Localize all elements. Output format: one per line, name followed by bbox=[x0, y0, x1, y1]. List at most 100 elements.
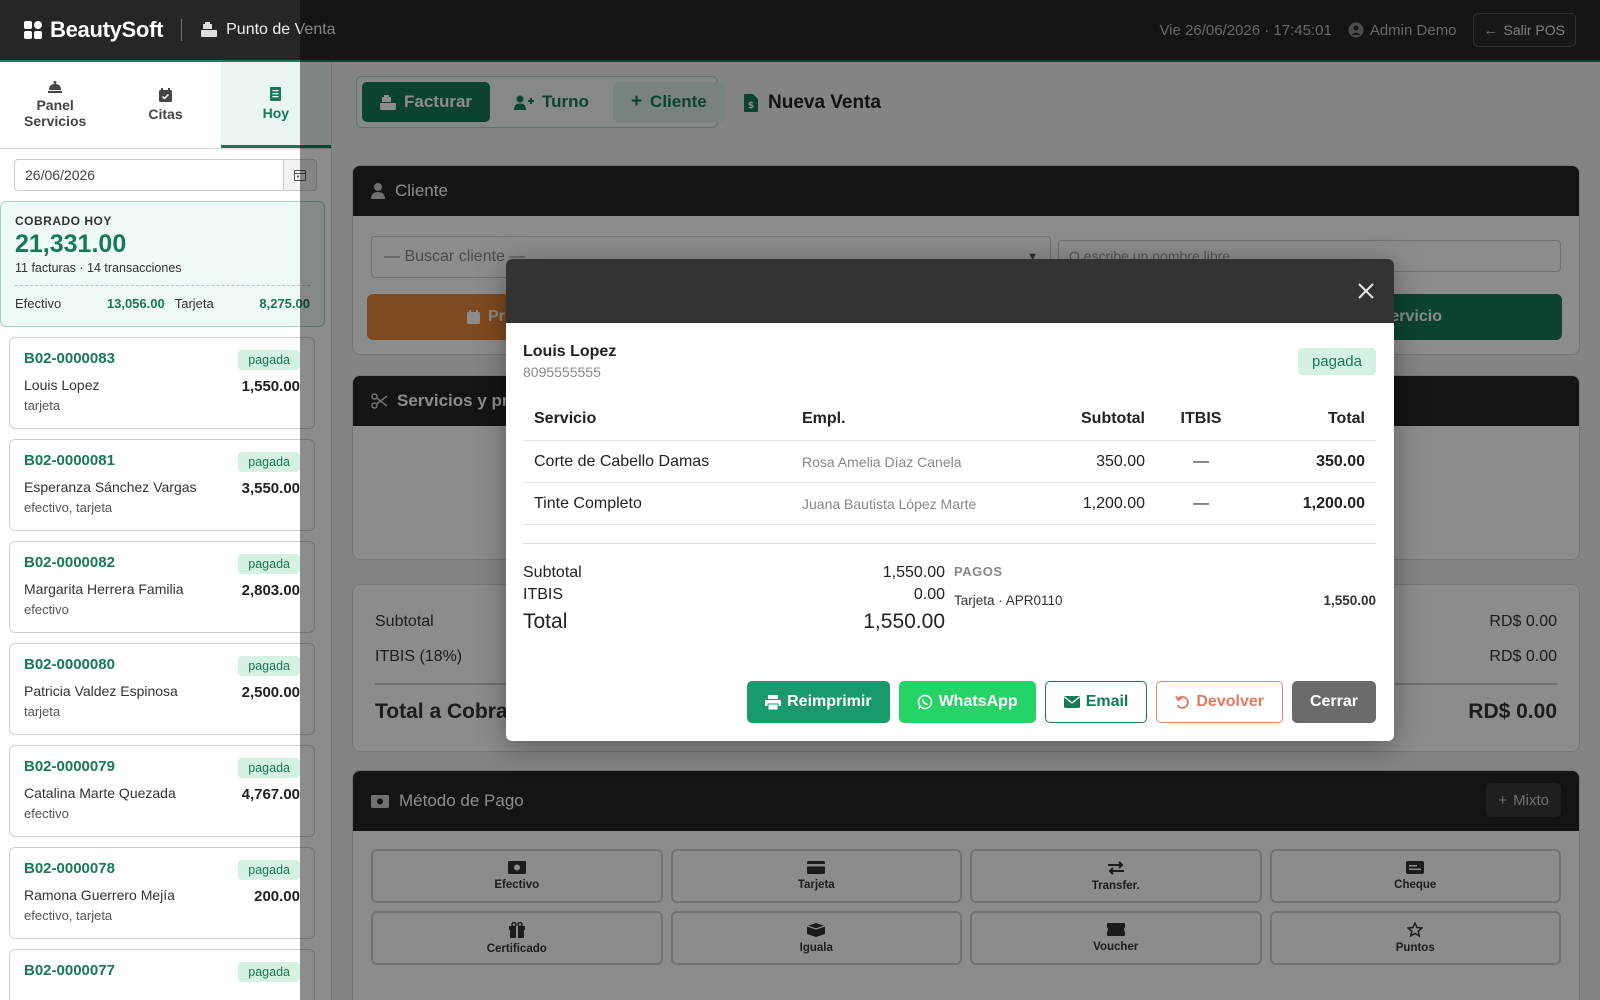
item-itbis: — bbox=[1156, 440, 1246, 483]
payment-method: Tarjeta · APR0110 bbox=[954, 593, 1063, 608]
modal-client-name: Louis Lopez bbox=[523, 343, 617, 360]
tab-citas[interactable]: Citas bbox=[110, 62, 220, 148]
brand-logo: BeautySoft bbox=[24, 17, 163, 43]
envelope-icon bbox=[1063, 696, 1080, 708]
date-filter: 26/06/2026 bbox=[14, 159, 317, 191]
sidebar-tabs: Panel Servicios Citas Hoy bbox=[0, 62, 331, 149]
payment-row: Tarjeta · APR0110 1,550.00 bbox=[954, 593, 1376, 608]
col-service: Servicio bbox=[523, 398, 791, 441]
status-badge: pagada bbox=[238, 962, 300, 982]
daily-summary: COBRADO HOY 21,331.00 11 facturas · 14 t… bbox=[0, 201, 325, 327]
modal-itbis-row: ITBIS 0.00 bbox=[523, 586, 945, 604]
invoice-card[interactable]: B02-0000077 pagada bbox=[9, 949, 315, 1000]
invoice-method: efectivo bbox=[24, 602, 69, 617]
invoice-method: tarjeta bbox=[24, 398, 61, 413]
item-service: Tinte Completo bbox=[523, 482, 791, 525]
whatsapp-icon bbox=[917, 694, 932, 710]
modal-payments: PAGOS Tarjeta · APR0110 1,550.00 bbox=[954, 564, 1376, 608]
modal-actions: Reimprimir WhatsApp Email Devolver Cerra… bbox=[747, 681, 1376, 723]
invoice-amount: 4,767.00 bbox=[241, 786, 300, 803]
status-badge: pagada bbox=[238, 350, 300, 370]
tab-panel-servicios[interactable]: Panel Servicios bbox=[0, 62, 110, 148]
invoice-card[interactable]: B02-0000080 pagada Patricia Valdez Espin… bbox=[9, 643, 315, 735]
invoice-amount: 200.00 bbox=[254, 888, 300, 905]
table-row: Corte de Cabello Damas Rosa Amelia Díaz … bbox=[523, 440, 1376, 483]
item-total: 350.00 bbox=[1246, 440, 1376, 483]
invoice-method: tarjeta bbox=[24, 704, 61, 719]
close-button[interactable]: Cerrar bbox=[1291, 681, 1376, 723]
date-input[interactable]: 26/06/2026 bbox=[14, 159, 283, 191]
summary-counts: 11 facturas · 14 transacciones bbox=[15, 261, 182, 275]
payments-label: PAGOS bbox=[954, 564, 1003, 579]
sidebar: Panel Servicios Citas Hoy 26/06/2026 COB… bbox=[0, 62, 332, 1000]
invoice-card[interactable]: B02-0000083 pagada Louis Lopez 1,550.00 … bbox=[9, 337, 315, 429]
invoice-amount: 2,803.00 bbox=[241, 582, 300, 599]
modal-client-phone: 8095555555 bbox=[523, 364, 601, 380]
reprint-label: Reimprimir bbox=[787, 693, 872, 710]
status-badge: pagada bbox=[238, 656, 300, 676]
tab-label: Citas bbox=[148, 106, 183, 122]
modal-total-value: 1,550.00 bbox=[863, 610, 945, 633]
bell-icon bbox=[48, 81, 63, 93]
summary-label: COBRADO HOY bbox=[15, 214, 112, 228]
invoice-card[interactable]: B02-0000078 pagada Ramona Guerrero Mejía… bbox=[9, 847, 315, 939]
status-badge: pagada bbox=[238, 758, 300, 778]
status-badge: pagada bbox=[238, 860, 300, 880]
table-header-row: Servicio Empl. Subtotal ITBIS Total bbox=[523, 398, 1376, 441]
table-row: Tinte Completo Juana Bautista López Mart… bbox=[523, 482, 1376, 525]
modal-subtotal-label: Subtotal bbox=[523, 564, 582, 581]
invoice-amount: 3,550.00 bbox=[241, 480, 300, 497]
close-icon[interactable] bbox=[1352, 277, 1380, 305]
invoice-list: B02-0000083 pagada Louis Lopez 1,550.00 … bbox=[0, 337, 331, 1000]
col-itbis: ITBIS bbox=[1156, 398, 1246, 441]
whatsapp-label: WhatsApp bbox=[938, 693, 1018, 710]
email-label: Email bbox=[1085, 693, 1129, 710]
col-subtotal: Subtotal bbox=[1019, 398, 1156, 441]
item-total: 1,200.00 bbox=[1246, 482, 1376, 525]
printer-icon bbox=[765, 694, 782, 710]
cash-label: Efectivo bbox=[15, 296, 62, 311]
receipt-icon bbox=[270, 86, 282, 101]
invoice-detail-modal: Louis Lopez 8095555555 pagada Servicio E… bbox=[506, 259, 1394, 741]
status-badge: pagada bbox=[238, 452, 300, 472]
tab-label: Panel Servicios bbox=[24, 97, 87, 129]
email-button[interactable]: Email bbox=[1044, 681, 1148, 723]
item-itbis: — bbox=[1156, 482, 1246, 525]
refund-button[interactable]: Devolver bbox=[1156, 681, 1283, 723]
invoice-items-table: Servicio Empl. Subtotal ITBIS Total Cort… bbox=[523, 398, 1376, 525]
divider bbox=[181, 19, 183, 41]
modal-totals: Subtotal 1,550.00 ITBIS 0.00 Total 1,550… bbox=[523, 564, 945, 638]
status-badge: pagada bbox=[1297, 348, 1376, 375]
invoice-amount: 2,500.00 bbox=[241, 684, 300, 701]
modal-total-row: Total 1,550.00 bbox=[523, 610, 945, 634]
cash-amount: 13,056.00 bbox=[106, 296, 165, 311]
item-subtotal: 350.00 bbox=[1019, 440, 1156, 483]
modal-header bbox=[506, 259, 1394, 323]
summary-amount: 21,331.00 bbox=[15, 230, 127, 258]
modal-itbis-value: 0.00 bbox=[913, 586, 945, 603]
col-total: Total bbox=[1246, 398, 1376, 441]
modal-itbis-label: ITBIS bbox=[523, 586, 564, 603]
undo-icon bbox=[1175, 695, 1190, 709]
divider bbox=[523, 543, 1376, 544]
status-badge: pagada bbox=[238, 554, 300, 574]
brand-logo-icon bbox=[24, 21, 44, 39]
item-employee: Rosa Amelia Díaz Canela bbox=[791, 440, 1019, 483]
modal-subtotal-row: Subtotal 1,550.00 bbox=[523, 564, 945, 582]
invoice-card[interactable]: B02-0000079 pagada Catalina Marte Quezad… bbox=[9, 745, 315, 837]
calendar-check-icon bbox=[158, 88, 172, 102]
invoice-method: efectivo, tarjeta bbox=[24, 500, 113, 515]
invoice-card[interactable]: B02-0000081 pagada Esperanza Sánchez Var… bbox=[9, 439, 315, 531]
refund-label: Devolver bbox=[1196, 693, 1264, 710]
reprint-button[interactable]: Reimprimir bbox=[747, 681, 890, 723]
whatsapp-button[interactable]: WhatsApp bbox=[898, 681, 1036, 723]
card-label: Tarjeta bbox=[174, 296, 214, 311]
cash-register-icon bbox=[201, 22, 218, 37]
item-service: Corte de Cabello Damas bbox=[523, 440, 791, 483]
invoice-method: efectivo, tarjeta bbox=[24, 908, 113, 923]
summary-split: Efectivo 13,056.00 Tarjeta 8,275.00 bbox=[15, 285, 310, 311]
invoice-method: efectivo bbox=[24, 806, 69, 821]
invoice-card[interactable]: B02-0000082 pagada Margarita Herrera Fam… bbox=[9, 541, 315, 633]
item-subtotal: 1,200.00 bbox=[1019, 482, 1156, 525]
modal-total-label: Total bbox=[523, 610, 568, 633]
